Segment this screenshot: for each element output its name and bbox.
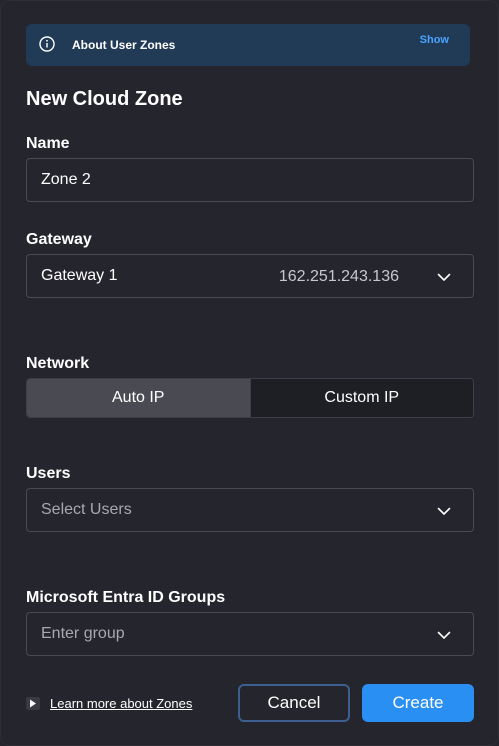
create-button[interactable]: Create — [362, 684, 474, 722]
info-icon — [39, 36, 55, 52]
users-select-placeholder: Select Users — [41, 501, 132, 518]
users-select[interactable]: Select Users — [26, 488, 474, 532]
groups-label: Microsoft Entra ID Groups — [26, 589, 226, 606]
cancel-button[interactable]: Cancel — [238, 684, 350, 722]
users-label: Users — [26, 465, 71, 482]
network-segmented-control: Auto IP Custom IP — [26, 378, 474, 418]
custom-ip-option[interactable]: Custom IP — [250, 379, 473, 417]
play-icon — [26, 697, 40, 710]
groups-input[interactable]: Enter group — [26, 612, 474, 656]
banner-title: About User Zones — [72, 38, 176, 52]
gateway-select-value: Gateway 1 — [41, 267, 118, 284]
name-label: Name — [26, 135, 70, 152]
dialog-title: New Cloud Zone — [26, 88, 183, 110]
learn-more-link[interactable]: Learn more about Zones — [26, 696, 192, 711]
gateway-ip: 162.251.243.136 — [278, 268, 399, 285]
gateway-select[interactable]: Gateway 1 162.251.243.136 — [26, 254, 474, 298]
network-label: Network — [26, 355, 90, 372]
show-button[interactable]: Show — [420, 34, 449, 46]
about-user-zones-banner: About User Zones Show — [26, 24, 470, 66]
chevron-down-icon — [437, 628, 451, 642]
groups-input-placeholder: Enter group — [41, 625, 125, 642]
name-input-value: Zone 2 — [41, 171, 91, 188]
chevron-down-icon — [437, 504, 451, 518]
name-input[interactable]: Zone 2 — [26, 158, 474, 202]
gateway-label: Gateway — [26, 231, 92, 248]
auto-ip-option[interactable]: Auto IP — [27, 379, 251, 417]
learn-more-label[interactable]: Learn more about Zones — [50, 696, 192, 711]
chevron-down-icon — [437, 270, 451, 284]
new-cloud-zone-dialog: About User Zones Show New Cloud Zone Nam… — [0, 0, 499, 746]
